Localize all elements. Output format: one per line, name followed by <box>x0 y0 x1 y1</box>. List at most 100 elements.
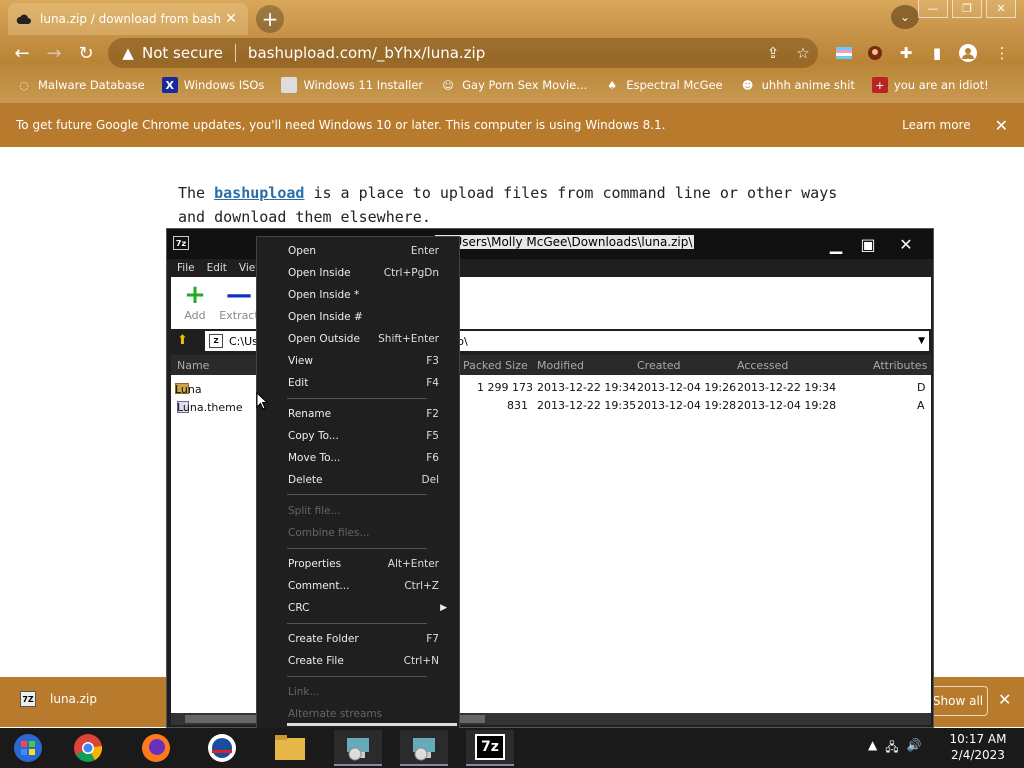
windows-taskbar: 7z ▲ 🖧 🔊 10:17 AM 2/4/2023 <box>0 728 1024 768</box>
menu-item-open[interactable]: Open Enter <box>257 241 461 261</box>
bookmark-item[interactable]: Windows 11 Installer <box>281 77 423 93</box>
share-icon[interactable]: ⇪ <box>758 44 788 62</box>
chrome-icon <box>74 734 103 762</box>
puzzle-icon[interactable]: ✚ <box>896 43 916 63</box>
menu-item-alternate-streams: Alternate streams <box>288 708 383 720</box>
bookmark-item[interactable]: + you are an idiot! <box>871 77 989 93</box>
navigation-bar: ← → ↻ ▲ Not secure bashupload.com/_bYhx/… <box>0 36 1024 70</box>
menu-item-create-file[interactable]: Create File Ctrl+N <box>257 651 461 671</box>
menu-item-properties[interactable]: Properties Alt+Enter <box>257 554 461 574</box>
column-packed-size[interactable]: Packed Size <box>463 359 528 372</box>
menu-item-rename[interactable]: Rename F2 <box>257 404 461 424</box>
menu-separator <box>287 494 427 495</box>
taskbar-file-explorer[interactable] <box>266 730 314 766</box>
column-accessed[interactable]: Accessed <box>737 359 788 372</box>
bookmark-item[interactable]: ☺ Gay Porn Sex Movie... <box>440 77 587 93</box>
close-icon[interactable]: ✕ <box>891 233 921 255</box>
show-all-button[interactable]: Show all <box>928 686 988 716</box>
menu-item-open-inside-star[interactable]: Open Inside * <box>257 285 461 305</box>
menu-item-open-inside[interactable]: Open Inside Ctrl+PgDn <box>257 263 461 283</box>
start-orb-icon <box>14 734 42 762</box>
menu-item-combine-files: Combine files... <box>288 527 370 539</box>
taskbar-installer-2[interactable] <box>400 730 448 766</box>
arrow-right-icon: → <box>46 42 62 64</box>
menu-item-split-file: Split file... <box>288 505 341 517</box>
taskbar-7zip[interactable]: 7z <box>466 730 514 766</box>
menu-item-edit[interactable]: Edit F4 <box>257 373 461 393</box>
column-attributes[interactable]: Attributes <box>873 359 927 372</box>
round-logo-icon <box>208 734 236 762</box>
bookmark-item[interactable]: ◌ Malware Database <box>16 77 145 93</box>
minimize-icon[interactable]: ▁ <box>821 233 851 255</box>
tab-close-icon[interactable]: ✕ <box>222 11 240 27</box>
new-tab-button[interactable]: + <box>256 5 284 33</box>
restore-button[interactable]: ❐ <box>952 0 982 18</box>
browser-tab[interactable]: luna.zip / download from bashuplo... ✕ <box>8 3 248 35</box>
taskbar-installer-1[interactable] <box>334 730 382 766</box>
flag-extension-icon[interactable] <box>834 43 854 63</box>
start-button[interactable] <box>4 730 52 766</box>
tab-search-button[interactable]: ⌄ <box>891 5 919 29</box>
menu-file[interactable]: File <box>177 262 195 274</box>
character-icon: ♠ <box>607 78 618 92</box>
plus-icon: + <box>184 280 206 310</box>
star-icon[interactable]: ☆ <box>788 44 818 62</box>
maximize-icon[interactable]: ▣ <box>853 233 883 255</box>
taskbar-app-obama[interactable] <box>198 730 246 766</box>
reload-icon: ↻ <box>78 42 94 64</box>
window-title: C:\Users\Molly McGee\Downloads\luna.zip\ <box>435 235 695 249</box>
minus-icon: — <box>226 280 252 310</box>
forward-button[interactable]: → <box>42 41 66 65</box>
bookmark-item[interactable]: ♠ Espectral McGee <box>604 77 722 93</box>
menu-item-open-outside[interactable]: Open Outside Shift+Enter <box>257 329 461 349</box>
bookmark-item[interactable]: ☻ uhhh anime shit <box>740 77 855 93</box>
tray-expand-icon[interactable]: ▲ <box>868 738 877 759</box>
menu-item-crc[interactable]: CRC ▶ <box>257 598 461 618</box>
menu-item-view[interactable]: View F3 <box>257 351 461 371</box>
close-window-button[interactable]: ✕ <box>986 0 1016 18</box>
column-name[interactable]: Name <box>177 359 209 372</box>
not-secure-label[interactable]: Not secure <box>142 44 223 62</box>
menu-separator <box>287 548 427 549</box>
url-text[interactable]: bashupload.com/_bYhx/luna.zip <box>248 44 758 62</box>
infobar-close-icon[interactable]: ✕ <box>995 116 1008 135</box>
volume-icon[interactable]: 🔊 <box>907 738 922 759</box>
bookmark-item[interactable]: X Windows ISOs <box>161 77 264 93</box>
shelf-close-icon[interactable]: ✕ <box>998 690 1011 709</box>
bashupload-link[interactable]: bashupload <box>214 184 304 202</box>
x-logo-icon: X <box>161 77 178 93</box>
window-controls: — ❐ ✕ <box>918 0 1016 18</box>
address-bar[interactable]: ▲ Not secure bashupload.com/_bYhx/luna.z… <box>108 38 818 68</box>
taskbar-clock[interactable]: 10:17 AM 2/4/2023 <box>948 731 1008 763</box>
network-icon[interactable]: 🖧 <box>885 738 898 759</box>
dropdown-arrow-icon[interactable]: ▼ <box>918 336 925 346</box>
extract-button[interactable]: — Extract <box>217 281 261 322</box>
menu-separator <box>287 676 427 677</box>
menu-item-comment[interactable]: Comment... Ctrl+Z <box>257 576 461 596</box>
download-item[interactable]: 7Z luna.zip <box>20 691 97 707</box>
sevenzip-logo-icon: 7z <box>173 236 189 250</box>
column-modified[interactable]: Modified <box>537 359 584 372</box>
warning-icon[interactable]: ▲ <box>118 44 138 62</box>
reload-button[interactable]: ↻ <box>74 41 98 65</box>
taskbar-chrome[interactable] <box>64 730 112 766</box>
account-icon[interactable] <box>958 43 978 63</box>
menu-edit[interactable]: Edit <box>207 262 227 274</box>
minimize-button[interactable]: — <box>918 0 948 18</box>
menu-item-create-folder[interactable]: Create Folder F7 <box>257 629 461 649</box>
menu-dots-icon[interactable]: ⋮ <box>992 43 1012 63</box>
firefox-icon <box>142 734 170 762</box>
folder-up-icon[interactable]: ⬆ <box>177 333 193 349</box>
system-tray: ▲ 🖧 🔊 <box>868 738 922 759</box>
menu-item-move-to[interactable]: Move To... F6 <box>257 448 461 468</box>
menu-item-copy-to[interactable]: Copy To... F5 <box>257 426 461 446</box>
taskbar-firefox[interactable] <box>132 730 180 766</box>
profile-extension-icon[interactable] <box>865 43 885 63</box>
side-panel-icon[interactable]: ▮ <box>927 43 947 63</box>
back-button[interactable]: ← <box>10 41 34 65</box>
menu-item-open-inside-hash[interactable]: Open Inside # <box>257 307 461 327</box>
column-created[interactable]: Created <box>637 359 681 372</box>
learn-more-link[interactable]: Learn more <box>902 118 970 132</box>
menu-item-delete[interactable]: Delete Del <box>257 470 461 490</box>
add-button[interactable]: + Add <box>173 281 217 322</box>
